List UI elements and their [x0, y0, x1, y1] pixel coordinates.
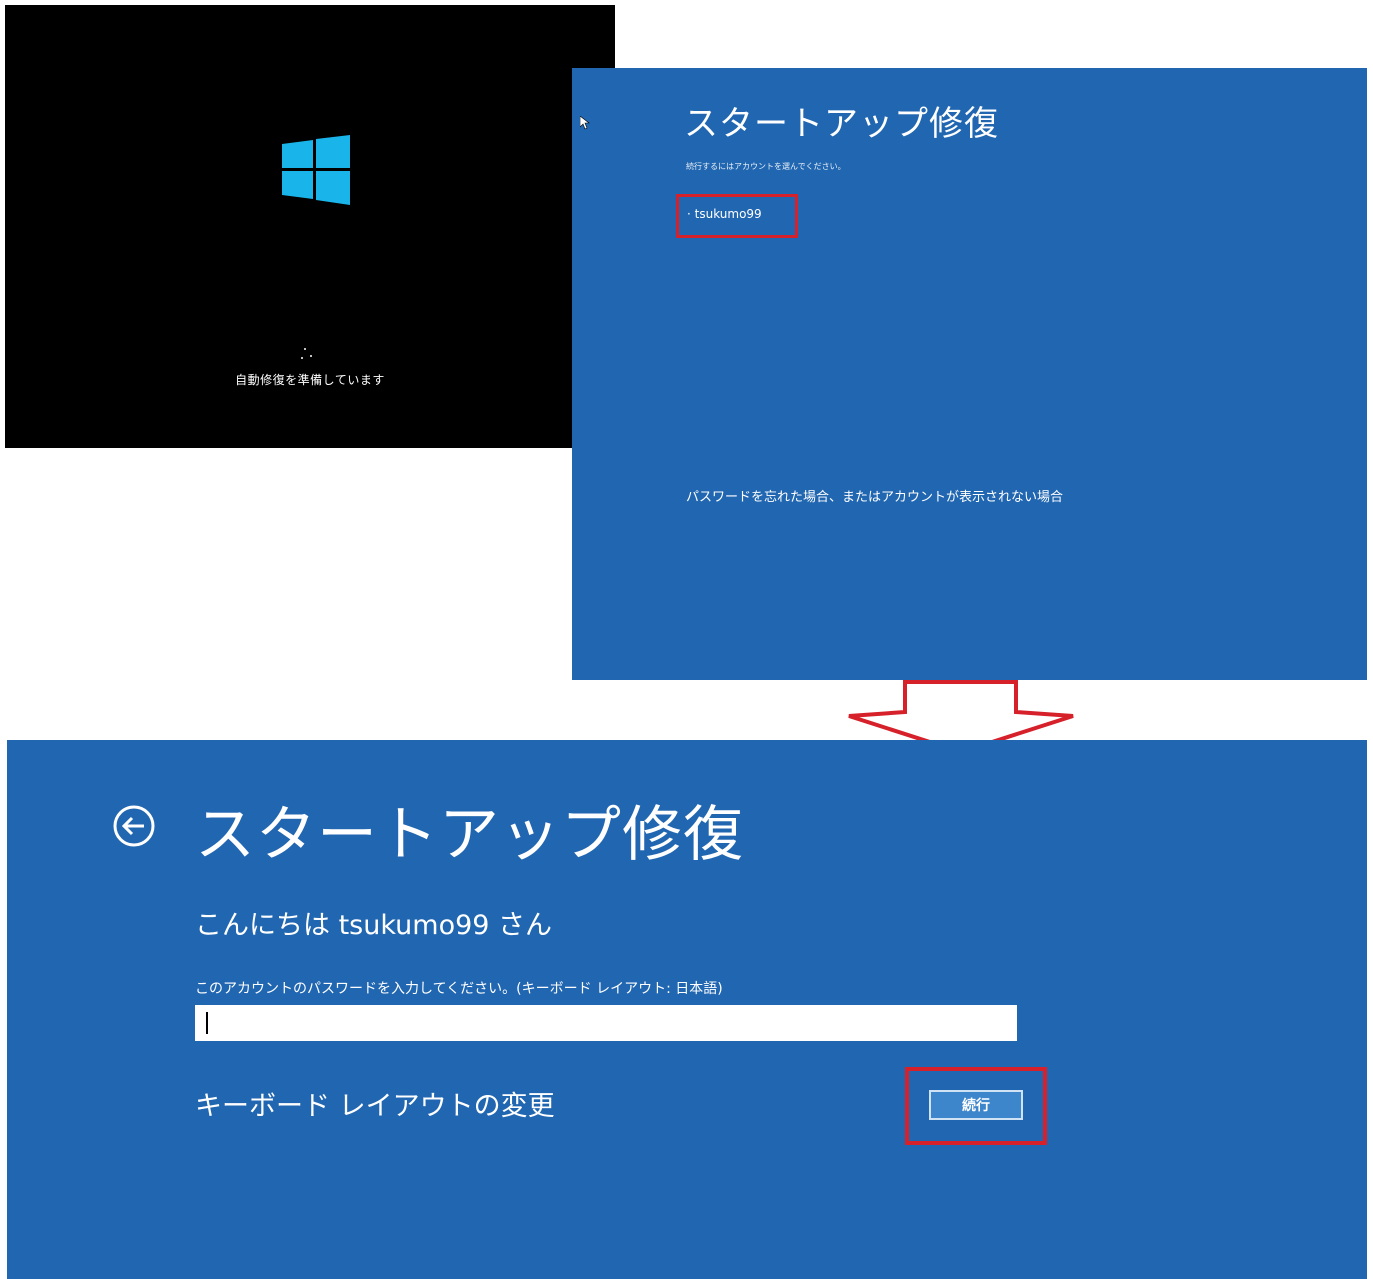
windows-logo-icon: [282, 135, 350, 205]
page-title: スタートアップ修復: [195, 800, 744, 870]
password-input[interactable]: [195, 1005, 1017, 1041]
password-screen: スタートアップ修復 こんにちは tsukumo99 さん このアカウントのパスワ…: [7, 740, 1367, 1279]
page-title: スタートアップ修復: [684, 104, 999, 144]
forgot-password-link[interactable]: パスワードを忘れた場合、またはアカウントが表示されない場合: [686, 486, 1063, 505]
loading-spinner-icon: [298, 348, 318, 362]
mouse-cursor-icon: [580, 116, 590, 130]
greeting-text: こんにちは tsukumo99 さん: [195, 910, 553, 941]
continue-button-highlight: 続行: [905, 1067, 1047, 1145]
boot-screen: 自動修復を準備しています: [5, 5, 615, 448]
text-caret: [206, 1012, 208, 1034]
account-name[interactable]: · tsukumo99: [687, 207, 762, 221]
back-arrow-icon[interactable]: [111, 803, 157, 849]
password-prompt-label: このアカウントのパスワードを入力してください。(キーボード レイアウト: 日本語…: [195, 981, 723, 997]
instruction-text: 続行するにはアカウントを選んでください。: [686, 162, 846, 171]
account-select-screen: スタートアップ修復 続行するにはアカウントを選んでください。 · tsukumo…: [572, 68, 1367, 680]
account-item-highlight[interactable]: · tsukumo99: [676, 194, 798, 238]
continue-button[interactable]: 続行: [929, 1090, 1023, 1120]
boot-status-text: 自動修復を準備しています: [235, 373, 385, 387]
change-keyboard-layout-link[interactable]: キーボード レイアウトの変更: [195, 1084, 555, 1123]
